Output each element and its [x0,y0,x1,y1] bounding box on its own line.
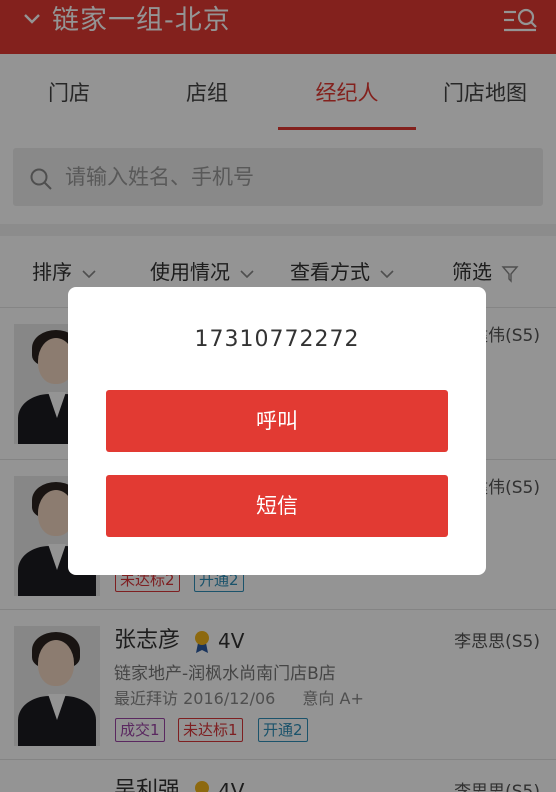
contact-dialog: 17310772272 呼叫 短信 [68,287,486,575]
call-button[interactable]: 呼叫 [106,390,448,452]
sms-button[interactable]: 短信 [106,475,448,537]
phone-number: 17310772272 [194,327,360,352]
